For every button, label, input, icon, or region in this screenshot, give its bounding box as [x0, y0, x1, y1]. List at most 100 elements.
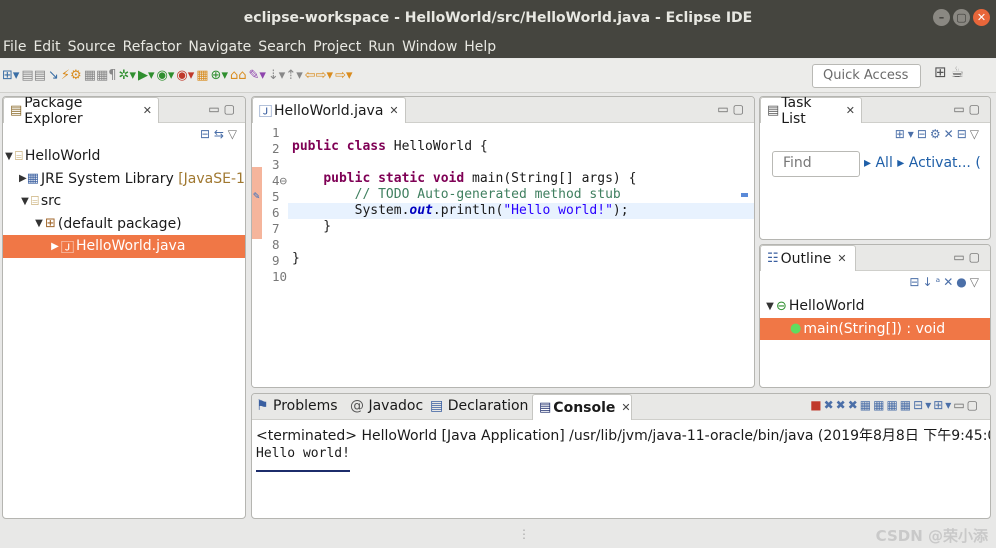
new-class-icon[interactable]: ⊕▾	[211, 68, 228, 83]
maximize-button[interactable]: ▢	[953, 9, 970, 26]
menu-edit[interactable]: Edit	[33, 39, 60, 55]
new-task-icon[interactable]: ⊞▾	[895, 127, 917, 141]
java-perspective-icon[interactable]: ⚡⚙	[61, 68, 82, 83]
view-minmax-icon[interactable]: ▭▢	[953, 102, 984, 116]
remove-all-icon[interactable]: ✖✖	[836, 398, 860, 412]
hide-fields-icon[interactable]: ✕	[943, 275, 956, 289]
collapse-arrow-icon[interactable]: ▶	[49, 241, 61, 252]
code-line: System.out.println("Hello world!");	[292, 203, 629, 218]
expand-arrow-icon[interactable]: ▼	[33, 218, 45, 229]
tab-task-list[interactable]: ▤ Task List ✕	[760, 97, 862, 127]
tree-item-jre-library[interactable]: ▶ ▦ JRE System Library [JavaSE-11	[3, 168, 245, 191]
minimize-button[interactable]: –	[933, 9, 950, 26]
build-icon[interactable]: ▦▦¶	[84, 68, 117, 83]
terminate-icon[interactable]: ■	[810, 398, 823, 412]
tree-item-default-package[interactable]: ▼ ⊞ (default package)	[3, 213, 245, 236]
expand-arrow-icon[interactable]: ▼	[19, 196, 31, 207]
categorize-icon[interactable]: ⊟	[917, 127, 930, 141]
focus-icon[interactable]: ⊟	[957, 127, 970, 141]
open-type-icon[interactable]: ⌂⌂	[230, 68, 247, 83]
new-java-project-icon[interactable]: ▦	[196, 68, 208, 83]
tab-console[interactable]: ▤ Console ✕	[532, 394, 632, 420]
open-console-icon[interactable]: ⊞▾	[933, 398, 953, 412]
task-filter-links[interactable]: ▸ All ▸ Activat... (	[864, 155, 981, 171]
search-icon[interactable]: ✎▾	[248, 68, 265, 83]
override-marker-ruler	[252, 167, 262, 239]
outline-item-main-method[interactable]: ● main(String[]) : void	[760, 317, 990, 340]
declaration-icon: ▤	[430, 398, 444, 414]
tab-problems[interactable]: ⚑ Problems	[256, 398, 338, 414]
external-tools-icon[interactable]: ◉▾	[176, 68, 194, 83]
view-minmax-icon[interactable]: ▭▢	[717, 102, 748, 116]
view-menu-icon[interactable]: ▽	[228, 127, 237, 141]
tab-javadoc[interactable]: @ Javadoc	[350, 398, 423, 414]
open-perspective-icon[interactable]: ⊞	[934, 63, 947, 81]
tab-package-explorer[interactable]: ▤ Package Explorer ✕	[3, 97, 159, 127]
menu-window[interactable]: Window	[402, 39, 457, 55]
code-editor[interactable]: ✎ 1 2 3 4⊖ 5 6 7 8 9 10 public class Hel…	[252, 123, 754, 387]
hide-static-icon[interactable]: ●	[956, 275, 969, 289]
close-icon[interactable]: ✕	[143, 104, 152, 117]
code-line: }	[292, 251, 300, 266]
collapse-all-icon[interactable]: ⊟	[200, 127, 210, 141]
line-number[interactable]: 4⊖	[272, 173, 292, 188]
java-perspective-button[interactable]: ☕	[951, 63, 964, 81]
task-marker-icon[interactable]: ✎	[253, 189, 260, 202]
tree-item-helloworld[interactable]: ▼ ⌸ HelloWorld	[3, 145, 245, 168]
line-number: 10	[272, 269, 288, 284]
close-button[interactable]: ✕	[973, 9, 990, 26]
tab-declaration[interactable]: ▤ Declaration	[430, 398, 528, 414]
coverage-icon[interactable]: ◉▾	[157, 68, 175, 83]
menu-project[interactable]: Project	[313, 39, 361, 55]
menu-search[interactable]: Search	[258, 39, 306, 55]
console-output[interactable]: Hello world!	[256, 446, 350, 461]
run-icon[interactable]: ▶▾	[138, 68, 155, 83]
find-input[interactable]: Find	[772, 151, 860, 177]
close-icon[interactable]: ✕	[389, 104, 398, 117]
overview-ruler-marker[interactable]	[741, 193, 748, 197]
tab-outline[interactable]: ☷ Outline ✕	[760, 245, 856, 271]
watermark: CSDN @荣小添	[875, 527, 988, 545]
menu-file[interactable]: File	[3, 39, 26, 55]
menu-run[interactable]: Run	[368, 39, 395, 55]
debug-icon[interactable]: ✲▾	[119, 68, 136, 83]
expand-arrow-icon[interactable]: ▼	[764, 301, 776, 312]
back-icon[interactable]: ⇦⇨▾	[305, 68, 333, 83]
view-minmax-icon[interactable]: ▭▢	[208, 102, 239, 116]
tree-item-helloworld-java[interactable]: ▶ 🄹 HelloWorld.java	[3, 235, 245, 258]
tree-item-src[interactable]: ▼ ⌸ src	[3, 190, 245, 213]
outline-item-class[interactable]: ▼ ⊖ HelloWorld	[760, 295, 990, 318]
package-tree: ▼ ⌸ HelloWorld ▶ ▦ JRE System Library [J…	[3, 145, 245, 258]
view-menu-icon[interactable]: ▽	[970, 275, 982, 289]
menu-bar: File Edit Source Refactor Navigate Searc…	[0, 36, 996, 58]
menu-source[interactable]: Source	[68, 39, 116, 55]
close-icon[interactable]: ✕	[846, 104, 855, 117]
forward-icon[interactable]: ⇨▾	[335, 68, 352, 83]
menu-help[interactable]: Help	[464, 39, 496, 55]
quick-access-input[interactable]: Quick Access	[812, 64, 921, 88]
close-icon[interactable]: ✕	[621, 401, 630, 414]
display-console-icon[interactable]: ⊟▾	[913, 398, 933, 412]
scroll-lock-icon[interactable]: ▦▦	[860, 398, 887, 412]
filter-icon[interactable]: ⚙✕	[930, 127, 957, 141]
pin-console-icon[interactable]: ▦▦	[886, 398, 913, 412]
remove-launch-icon[interactable]: ✖	[824, 398, 836, 412]
close-icon[interactable]: ✕	[837, 252, 846, 265]
tab-helloworld-java[interactable]: 🄹 HelloWorld.java ✕	[252, 97, 406, 123]
collapse-arrow-icon[interactable]: ▶	[19, 173, 27, 184]
expand-arrow-icon[interactable]: ▼	[3, 151, 15, 162]
menu-navigate[interactable]: Navigate	[188, 39, 251, 55]
view-menu-icon[interactable]: ▽	[970, 127, 982, 141]
collapse-all-icon[interactable]: ⊟	[909, 275, 922, 289]
view-minmax-icon[interactable]: ▭▢	[953, 250, 984, 264]
sort-icon[interactable]: ↓ᵃ	[922, 275, 943, 289]
annotation-next-icon[interactable]: ⇣▾⇡▾	[268, 68, 303, 83]
code-line: // TODO Auto-generated method stub	[354, 187, 621, 202]
menu-refactor[interactable]: Refactor	[123, 39, 182, 55]
view-minmax-icon[interactable]: ▭▢	[953, 398, 980, 412]
save-icon[interactable]: ▤▤	[21, 68, 46, 83]
debug-toggle-icon[interactable]: ↘	[48, 68, 59, 83]
link-editor-icon[interactable]: ⇆	[214, 127, 224, 141]
task-list-toolbar: ⊞▾⊟⚙✕⊟▽	[895, 127, 982, 141]
new-icon[interactable]: ⊞▾	[2, 68, 19, 83]
